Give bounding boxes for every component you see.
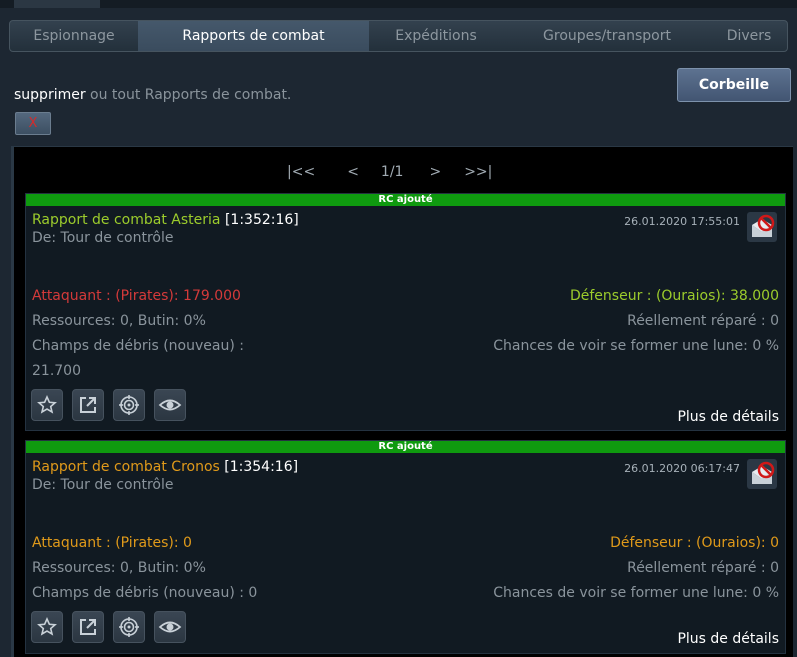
message-title-text[interactable]: Rapport de combat Asteria bbox=[32, 212, 221, 228]
top-strip-segment bbox=[14, 0, 100, 8]
delete-all-button[interactable]: X bbox=[15, 112, 51, 135]
last-page-button[interactable]: >>| bbox=[464, 164, 492, 180]
message-sender: De: Tour de contrôle bbox=[32, 477, 174, 493]
debris-value: 21.700 bbox=[32, 363, 81, 379]
coordinates[interactable]: [1:352:16] bbox=[225, 212, 299, 228]
status-badge: RC ajouté bbox=[26, 441, 785, 453]
tab-espionnage[interactable]: Espionnage bbox=[10, 21, 138, 51]
tab-divers[interactable]: Divers bbox=[711, 21, 787, 51]
trash-button[interactable]: Corbeille bbox=[677, 68, 791, 102]
star-icon[interactable] bbox=[31, 611, 63, 643]
prev-page-button[interactable]: < bbox=[347, 164, 359, 180]
message-actions bbox=[31, 389, 186, 421]
delete-message-icon[interactable] bbox=[747, 212, 777, 242]
delete-instructions: supprimer ou tout Rapports de combat. bbox=[14, 87, 291, 103]
message-title-text[interactable]: Rapport de combat Cronos bbox=[32, 459, 220, 475]
combat-report-message: RC ajouté Rapport de combat Asteria [1:3… bbox=[25, 193, 786, 431]
next-page-button[interactable]: > bbox=[429, 164, 441, 180]
tab-expeditions[interactable]: Expéditions bbox=[369, 21, 503, 51]
tab-bar: Espionnage Rapports de combat Expédition… bbox=[9, 20, 788, 52]
message-actions bbox=[31, 611, 186, 643]
top-strip bbox=[0, 0, 797, 8]
defender-info: Défenseur : (Ouraios): 0 bbox=[610, 535, 779, 551]
message-date: 26.01.2020 06:17:47 bbox=[624, 462, 740, 475]
more-details-link[interactable]: Plus de détails bbox=[677, 409, 779, 425]
first-page-button[interactable]: |<< bbox=[287, 164, 315, 180]
tab-rapports-de-combat[interactable]: Rapports de combat bbox=[138, 21, 369, 51]
more-details-link[interactable]: Plus de détails bbox=[677, 631, 779, 647]
delete-instructions-text: ou tout Rapports de combat. bbox=[85, 87, 292, 103]
attacker-info: Attaquant : (Pirates): 179.000 bbox=[32, 288, 241, 304]
debris-label: Champs de débris (nouveau) : bbox=[32, 338, 244, 354]
target-icon[interactable] bbox=[113, 611, 145, 643]
share-icon[interactable] bbox=[72, 611, 104, 643]
resources-info: Ressources: 0, Butin: 0% bbox=[32, 560, 206, 576]
star-icon[interactable] bbox=[31, 389, 63, 421]
message-title[interactable]: Rapport de combat Asteria [1:352:16] bbox=[32, 212, 299, 228]
message-sender: De: Tour de contrôle bbox=[32, 230, 174, 246]
status-badge: RC ajouté bbox=[26, 194, 785, 206]
debris-info: Champs de débris (nouveau) : 0 bbox=[32, 585, 258, 601]
eye-icon[interactable] bbox=[154, 611, 186, 643]
coordinates[interactable]: [1:354:16] bbox=[224, 459, 298, 475]
delete-message-icon[interactable] bbox=[747, 459, 777, 489]
combat-report-message: RC ajouté Rapport de combat Cronos [1:35… bbox=[25, 440, 786, 654]
message-title[interactable]: Rapport de combat Cronos [1:354:16] bbox=[32, 459, 298, 475]
message-date: 26.01.2020 17:55:01 bbox=[624, 215, 740, 228]
eye-icon[interactable] bbox=[154, 389, 186, 421]
target-icon[interactable] bbox=[113, 389, 145, 421]
moon-chance: Chances de voir se former une lune: 0 % bbox=[493, 585, 779, 601]
resources-info: Ressources: 0, Butin: 0% bbox=[32, 313, 206, 329]
repaired-info: Réellement réparé : 0 bbox=[627, 560, 779, 576]
attacker-info: Attaquant : (Pirates): 0 bbox=[32, 535, 192, 551]
repaired-info: Réellement réparé : 0 bbox=[627, 313, 779, 329]
share-icon[interactable] bbox=[72, 389, 104, 421]
tab-groupes-transport[interactable]: Groupes/transport bbox=[503, 21, 711, 51]
delete-link[interactable]: supprimer bbox=[14, 87, 86, 103]
page-indicator: 1/1 bbox=[380, 164, 404, 180]
moon-chance: Chances de voir se former une lune: 0 % bbox=[493, 338, 779, 354]
defender-info: Défenseur : (Ouraios): 38.000 bbox=[569, 288, 779, 304]
pagination: |<< < 1/1 > >>| bbox=[287, 164, 492, 180]
